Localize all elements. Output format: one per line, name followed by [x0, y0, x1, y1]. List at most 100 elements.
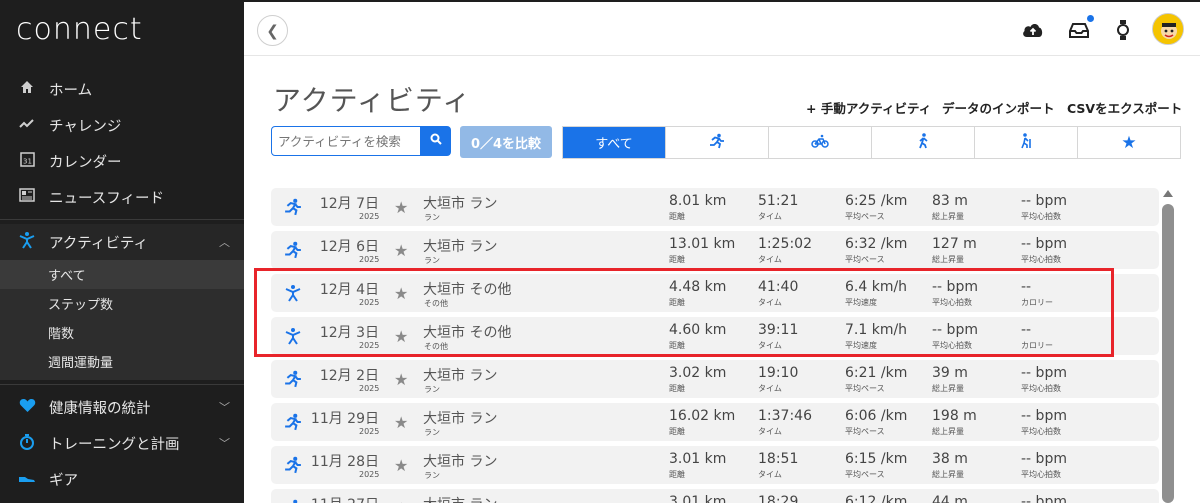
main-content: ❮ アクティビティ + 手動アクティビティ データのインポート CSVをエクスポ… [244, 2, 1200, 503]
activity-row[interactable]: 11月 29日 2025 ★ 大垣市 ラン ラン 16.02 km 距離 1:37:46 タイム… [271, 403, 1159, 441]
metric-label: 総上昇量 [932, 212, 964, 221]
inbox-icon[interactable] [1066, 15, 1094, 43]
back-button[interactable]: ❮ [257, 15, 288, 46]
import-data-link[interactable]: データのインポート [942, 98, 1055, 117]
sidebar-item-challenge[interactable]: チャレンジ [0, 107, 244, 143]
activity-name[interactable]: 大垣市 ラン [423, 494, 497, 503]
heart-icon [17, 398, 37, 417]
metric-value: 39 m [932, 365, 968, 381]
upload-cloud-icon[interactable] [1020, 17, 1046, 43]
filter-hiking[interactable] [975, 127, 1078, 158]
activity-metric: -- bpm 平均心拍数 [1021, 365, 1067, 394]
scrollbar[interactable] [1161, 190, 1175, 503]
metric-value: 44 m [932, 494, 968, 503]
activity-row[interactable]: 12月 6日 2025 ★ 大垣市 ラン ラン 13.01 km 距離 1:25:02 タイム 6… [271, 231, 1159, 269]
activity-metric: 6:21 /km 平均ペース [845, 365, 907, 394]
favorite-star-icon[interactable]: ★ [394, 499, 408, 503]
activity-name[interactable]: 大垣市 ラン [423, 236, 497, 256]
metric-label: 平均心拍数 [1021, 212, 1061, 221]
metric-value: -- bpm [1021, 408, 1067, 424]
search-icon [430, 133, 442, 149]
metric-label: 平均ペース [845, 255, 885, 264]
metric-value: 198 m [932, 408, 977, 424]
metric-label: 平均ペース [845, 384, 885, 393]
search-input[interactable] [271, 126, 421, 156]
sidebar-item-calendar[interactable]: 31 カレンダー [0, 143, 244, 179]
sidebar-item-newsfeed[interactable]: ニュースフィード [0, 179, 244, 215]
activity-metric: 3.01 km 距離 [669, 451, 726, 480]
watch-icon[interactable] [1110, 17, 1136, 43]
metric-label: 平均心拍数 [1021, 255, 1061, 264]
avatar[interactable] [1152, 13, 1184, 45]
metric-label: 平均ペース [845, 212, 885, 221]
activity-year: 2025 [359, 470, 380, 479]
filter-cycling[interactable] [769, 127, 872, 158]
submenu-item-floors[interactable]: 階数 [0, 318, 244, 347]
search-button[interactable] [421, 126, 451, 156]
submenu-item-weekly-intensity[interactable]: 週間運動量 [0, 347, 244, 376]
activity-metric: 83 m 総上昇量 [932, 193, 968, 222]
activity-metric: 127 m 総上昇量 [932, 236, 977, 265]
sidebar-item-home[interactable]: ホーム [0, 71, 244, 107]
activity-name[interactable]: 大垣市 ラン [423, 365, 497, 385]
activity-row[interactable]: 11月 27日2025★大垣市 ランラン3.01 km距離18:29タイム6:1… [271, 489, 1159, 503]
notification-dot [1087, 15, 1094, 22]
metric-label: 総上昇量 [932, 384, 964, 393]
activity-row[interactable]: 12月 7日 2025 ★ 大垣市 ラン ラン 8.01 km 距離 51:21 タイム 6:25… [271, 188, 1159, 226]
submenu-item-steps[interactable]: ステップ数 [0, 289, 244, 318]
scroll-up-arrow-icon[interactable] [1163, 190, 1173, 197]
chevron-left-icon: ❮ [266, 21, 279, 40]
sidebar-item-gear[interactable]: ギア [0, 461, 244, 497]
favorite-star-icon[interactable]: ★ [394, 370, 408, 389]
metric-value: 19:10 [758, 365, 799, 381]
favorite-star-icon[interactable]: ★ [394, 456, 408, 475]
activity-row[interactable]: 11月 28日 2025 ★ 大垣市 ラン ラン 3.01 km 距離 18:51 タイム 6:1… [271, 446, 1159, 484]
activity-row[interactable]: 12月 2日 2025 ★ 大垣市 ラン ラン 3.02 km 距離 19:10 タイム 6:21… [271, 360, 1159, 398]
activity-metric: -- bpm 平均心拍数 [1021, 408, 1067, 437]
metric-value: 6:25 /km [845, 193, 908, 209]
activity-metric: 16.02 km 距離 [669, 408, 735, 437]
sidebar-item-training[interactable]: トレーニングと計画 ﹀ [0, 425, 244, 461]
filter-all[interactable]: すべて [563, 127, 666, 158]
connect-logo[interactable]: connect [16, 12, 143, 47]
activity-metric: -- bpm 平均心拍数 [1021, 451, 1067, 480]
filter-walking[interactable] [872, 127, 975, 158]
activity-year: 2025 [359, 255, 380, 264]
activity-name[interactable]: 大垣市 ラン [423, 408, 497, 428]
metric-label: タイム [758, 212, 782, 221]
metric-value: 18:29 [758, 494, 799, 503]
activity-metric: 6:25 /km 平均ペース [845, 193, 907, 222]
sidebar-item-activities[interactable]: アクティビティ ︿ [0, 224, 244, 260]
scroll-thumb[interactable] [1162, 204, 1174, 503]
metric-value: 6:32 /km [845, 236, 908, 252]
cycling-icon [811, 134, 829, 152]
favorite-star-icon[interactable]: ★ [394, 198, 408, 217]
sidebar-item-health-stats[interactable]: 健康情報の統計 ﹀ [0, 389, 244, 425]
activity-type-filter: すべて ★ [562, 126, 1181, 159]
sidebar-divider [0, 384, 244, 385]
hiking-icon [1019, 132, 1033, 153]
activity-metric: 13.01 km 距離 [669, 236, 735, 265]
submenu-item-all[interactable]: すべて [0, 260, 244, 289]
activity-date: 12月 2日 [319, 368, 379, 384]
activity-name[interactable]: 大垣市 ラン [423, 451, 497, 471]
activity-date: 11月 28日 [310, 454, 379, 470]
metric-label: 距離 [669, 470, 685, 479]
activity-type-label: ラン [424, 256, 440, 265]
sidebar-divider [0, 219, 244, 220]
activity-metric: 3.02 km 距離 [669, 365, 726, 394]
activity-name[interactable]: 大垣市 ラン [423, 193, 497, 213]
metric-label: 距離 [669, 212, 685, 221]
compare-button[interactable]: 0／4を比較 [460, 126, 552, 158]
activity-metric: 8.01 km 距離 [669, 193, 726, 222]
favorite-star-icon[interactable]: ★ [394, 413, 408, 432]
filter-favorites[interactable]: ★ [1078, 127, 1180, 158]
manual-activity-link[interactable]: + 手動アクティビティ [806, 98, 931, 117]
export-csv-link[interactable]: CSVをエクスポート [1067, 98, 1182, 117]
sidebar-item-label: カレンダー [49, 154, 122, 171]
filter-running[interactable] [666, 127, 769, 158]
activity-year: 2025 [359, 212, 380, 221]
activity-metric: 3.01 km距離 [669, 494, 726, 503]
favorite-star-icon[interactable]: ★ [394, 241, 408, 260]
metric-value: 3.01 km [669, 451, 727, 467]
